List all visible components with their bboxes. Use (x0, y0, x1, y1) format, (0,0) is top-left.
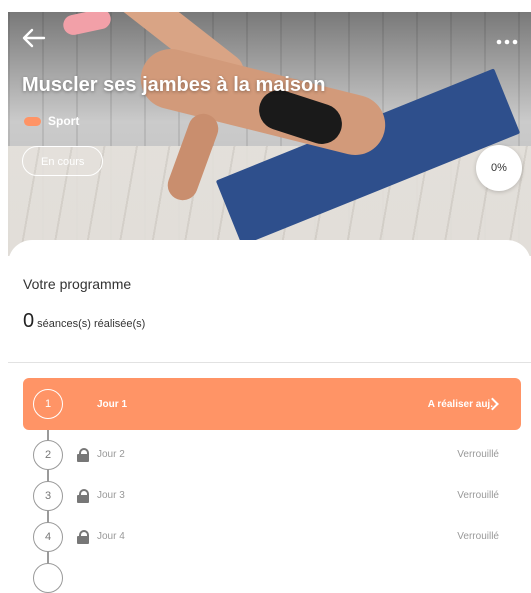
more-button[interactable] (483, 26, 519, 56)
page-title: Muscler ses jambes à la maison (22, 74, 326, 96)
completed-count-label: séances(s) réalisée(s) (37, 318, 146, 330)
day-status: Verrouillé (457, 449, 499, 460)
day-number: 3 (33, 480, 63, 511)
status-chip[interactable]: En cours (22, 146, 104, 176)
lock-icon (77, 488, 89, 503)
day-status: A réaliser auj. (427, 398, 493, 410)
arrow-left-icon (22, 28, 46, 48)
more-horizontal-icon (496, 39, 518, 45)
day-number: 4 (33, 521, 63, 552)
category-label: Sport (48, 114, 80, 128)
lock-icon (77, 529, 89, 544)
hero-figure-shoe (61, 12, 113, 37)
day-row-4[interactable]: 4 Jour 4 Verrouillé (23, 516, 521, 557)
day-row-1[interactable]: 1 Jour 1 A réaliser auj. (23, 378, 521, 430)
day-row-partial (33, 563, 63, 593)
divider (8, 362, 531, 363)
day-label: Jour 2 (97, 449, 125, 460)
day-label: Jour 1 (97, 398, 128, 410)
section-title: Votre programme (23, 276, 132, 292)
hero-image (8, 12, 531, 256)
back-button[interactable] (20, 24, 56, 60)
category-dot-icon (24, 116, 41, 126)
lock-icon (77, 447, 89, 462)
progress-indicator: 0% (476, 145, 522, 191)
day-label: Jour 4 (97, 531, 125, 542)
day-number: 2 (33, 439, 63, 470)
day-list: 1 Jour 1 A réaliser auj. 2 Jour 2 Verrou… (23, 378, 521, 593)
day-status: Verrouillé (457, 490, 499, 501)
day-row-3[interactable]: 3 Jour 3 Verrouillé (23, 475, 521, 516)
day-label: Jour 3 (97, 490, 125, 501)
day-row-2[interactable]: 2 Jour 2 Verrouillé (23, 434, 521, 475)
completed-count-number: 0 (23, 310, 35, 332)
day-status: Verrouillé (457, 531, 499, 542)
day-number: 1 (33, 389, 63, 419)
completed-count: 0 séances(s) réalisée(s) (23, 310, 145, 333)
category-tag: Sport (24, 114, 79, 128)
